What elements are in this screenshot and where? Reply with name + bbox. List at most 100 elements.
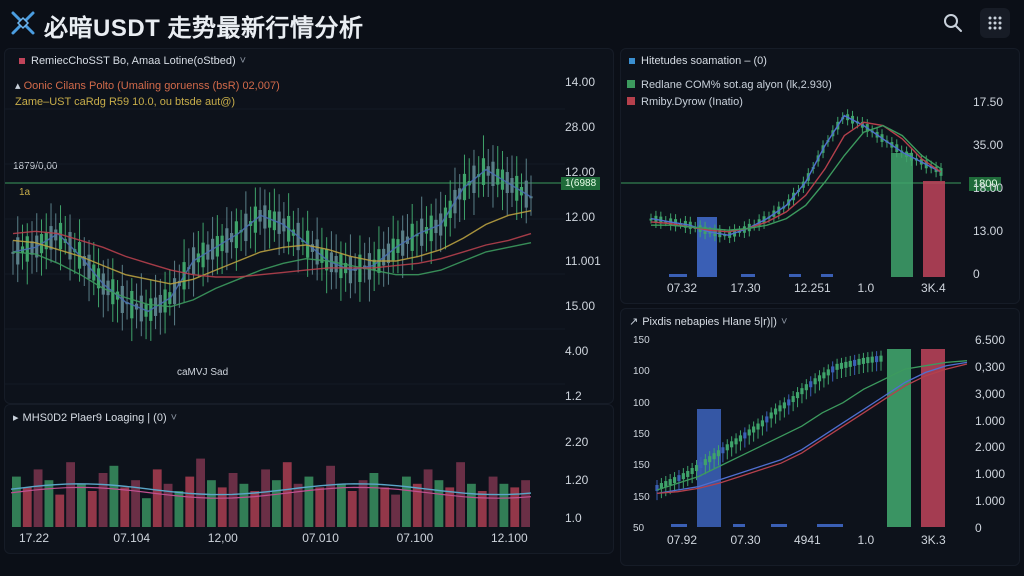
left-tick-label: 100 [633,366,650,378]
main-price-chart [5,108,565,385]
candle-body [853,359,857,366]
volume-bar [380,487,390,527]
main-chart-panel: RemiecChoSST Bo, Amaa Lotine(oStbed) ˅ ▴ … [4,48,614,404]
candle-body [870,356,874,363]
volume-bar [217,487,227,527]
candle-body [681,473,685,480]
y-tick-label: 17.50 [973,95,1004,109]
volume-bar [142,498,151,527]
candle-body [677,475,681,482]
volume-bar [669,274,687,277]
candle-body [690,468,694,475]
y-tick-label: 2.20 [565,435,589,449]
search-button[interactable] [938,8,968,38]
candle-body [831,366,835,373]
right-top-chart [621,109,961,277]
y-tick-label: 35.00 [973,138,1004,152]
candle-body [708,456,712,463]
candle-body [672,477,677,484]
volume-bar [423,469,433,527]
candle-body [734,438,738,445]
candle-body [765,416,769,423]
volume-bar [347,491,357,527]
y-tick-label: 1.000 [975,413,1006,428]
right-bottom-panel: ↗ Pixdis nebapies Hlane 5|r)|) ˅ 150 100 100… [620,308,1020,566]
left-tick-label: 150 [633,335,650,346]
volume-bar [488,476,498,527]
x-tick-label: 12.251 [794,281,831,295]
x-tick-label: 12,00 [207,531,238,545]
candle-body [738,435,743,442]
volume-bar [789,274,801,277]
candle-body [694,465,699,472]
candle-body [773,408,778,415]
volume-bar [293,483,303,527]
volume-bar [337,483,346,527]
candle-body [686,470,690,477]
volume-bar [239,483,249,527]
candle-body [800,388,804,395]
main-price-tag: 1(6988 [561,177,601,190]
volume-bar [391,494,400,527]
volume-bar [120,487,130,527]
candle-body [844,361,848,368]
y-tick-label: 12.00 [565,209,596,224]
volume-bar [87,491,97,527]
right-bottom-chart [655,349,968,527]
candle-body [712,453,716,460]
volume-bar [821,274,833,277]
volume-bar [261,469,270,527]
candle-body [813,378,817,385]
x-tick-label: 4941 [794,533,821,547]
y-tick-label: 13.00 [973,224,1004,238]
x-tick-label: 07.010 [302,531,339,545]
volume-bar [369,473,379,527]
volume-bar [326,465,335,527]
grid-menu-icon [988,16,1002,30]
x-tick-label: 07.104 [113,531,151,545]
top-bar: 必暗USDT 走势最新行情分析 [0,0,1024,46]
volume-bar [412,483,422,527]
x-tick-label: 07.92 [667,533,698,547]
candle-body [787,399,791,406]
x-tick-label: 07.30 [730,533,761,547]
candle-body [791,396,795,403]
volume-bar [456,462,465,527]
volume-bar [55,494,65,527]
volume-bar [733,524,745,527]
ma-line [12,168,532,313]
y-tick-label: 2.000 [975,440,1006,455]
candle-body [760,420,765,427]
y-tick-label: 0,300 [975,359,1006,374]
grid-menu-button[interactable] [980,8,1010,38]
y-tick-label: 1.20 [565,473,589,487]
candle-body [778,405,782,412]
volume-bar [771,524,787,527]
y-tick-label: 6.500 [975,333,1006,347]
volume-bar [44,480,54,527]
candle-body [743,432,747,439]
candle-body [804,384,808,391]
candle-body [725,444,729,451]
volume-bar [315,487,325,527]
left-tick-label: 50 [633,523,645,534]
volume-bar [272,480,281,527]
candle-body [839,362,844,369]
candle-body [716,450,721,457]
y-tick-label: 14.00 [565,75,596,89]
app-title: 必暗USDT 走势最新行情分析 [44,15,364,42]
volume-bar [282,462,292,527]
candle-body [703,459,707,466]
x-tick-label: 3K.4 [921,281,946,295]
left-tick-label: 150 [633,429,650,440]
volume-bar [521,480,530,527]
y-tick-label: 15.00 [565,299,596,314]
candle-body [879,355,883,362]
volume-bar [33,469,43,527]
x-tick-label: 3K.3 [921,533,946,547]
y-tick-label: 0 [973,267,980,281]
y-tick-label: 12.00 [565,164,596,179]
candle-body [730,441,734,448]
highlight-bar [923,181,945,277]
y-tick-label: 18.00 [973,181,1004,195]
